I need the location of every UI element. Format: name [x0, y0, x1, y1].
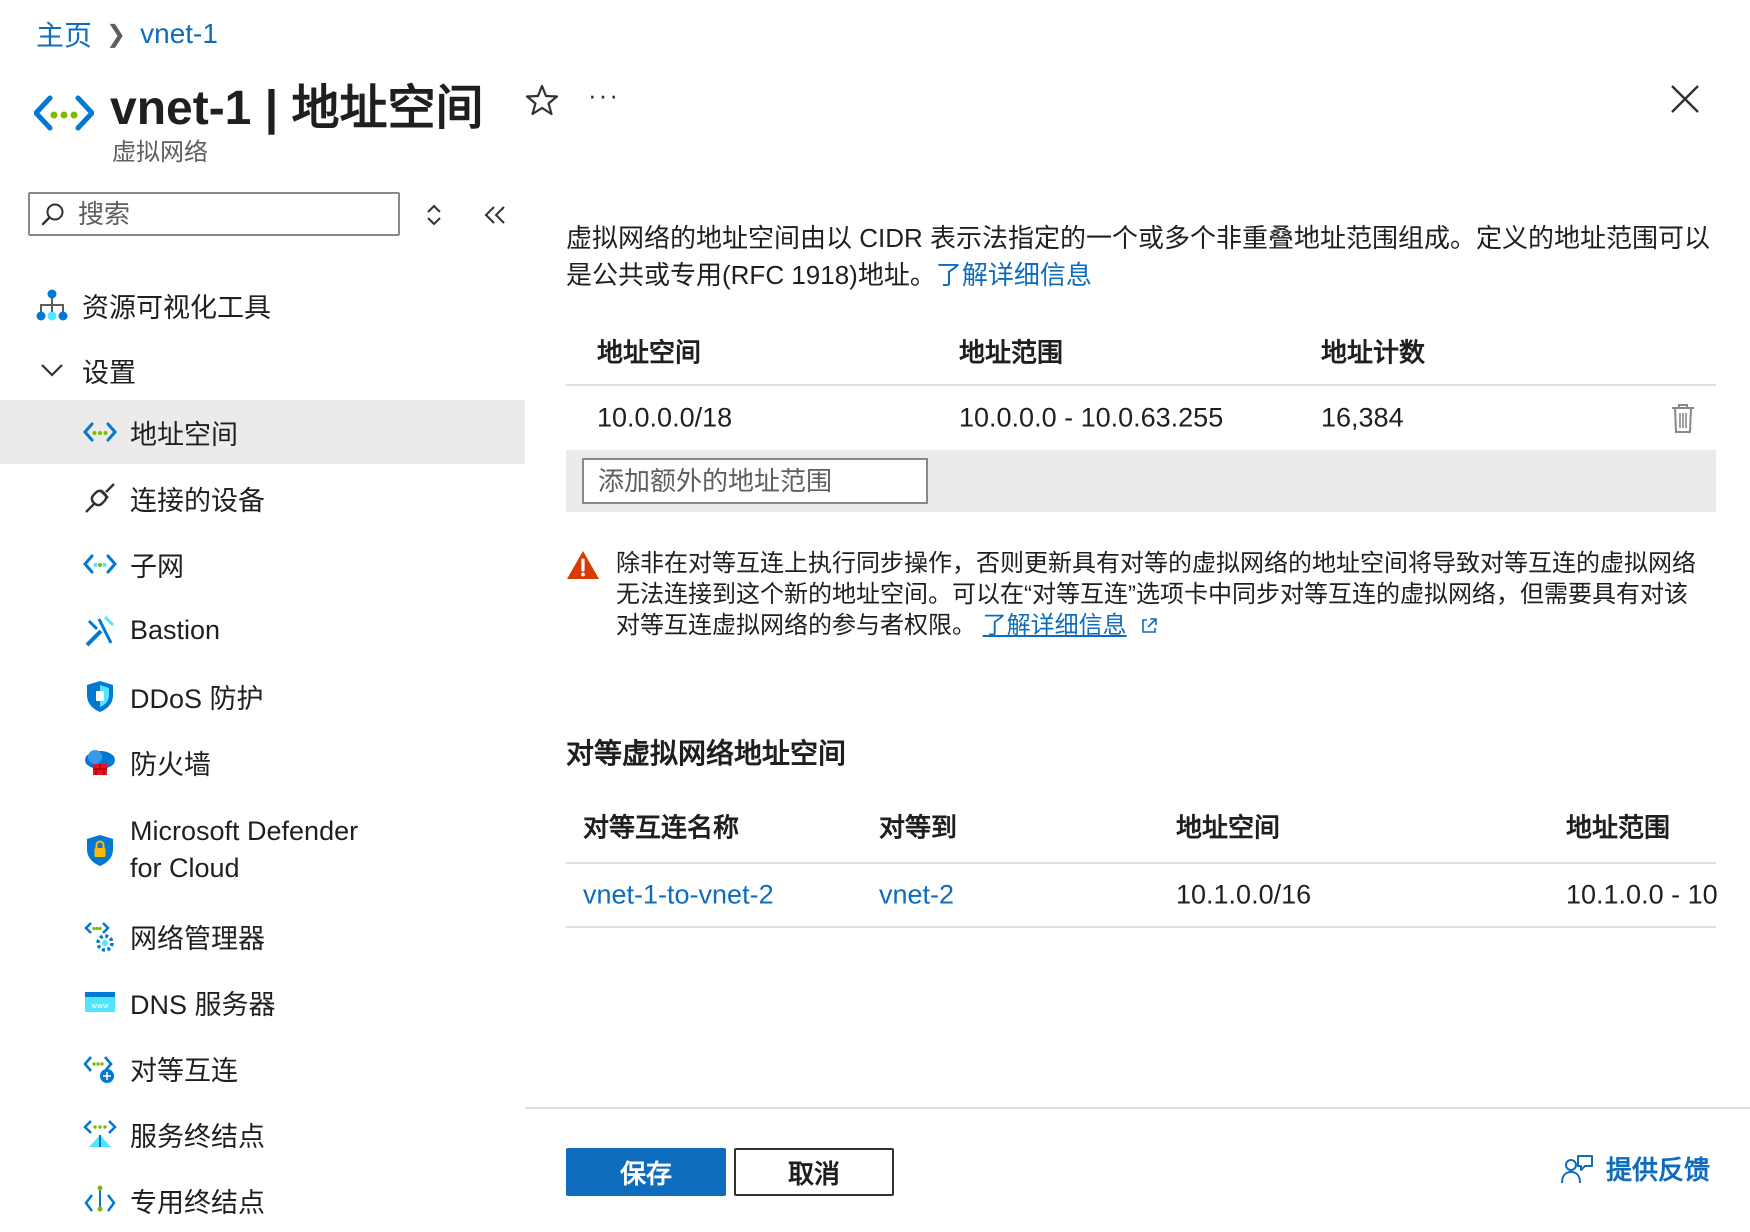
sidebar-item-service-endpoints[interactable]: 服务终结点: [0, 1102, 525, 1166]
sidebar-item-label: 服务终结点: [130, 1121, 265, 1152]
dns-icon: www: [82, 984, 118, 1020]
service-endpoint-icon: [82, 1116, 118, 1152]
network-manager-icon: [82, 918, 118, 954]
sort-updown-icon[interactable]: [424, 200, 444, 230]
warning-message: 除非在对等互连上执行同步操作，否则更新具有对等的虚拟网络的地址空间将导致对等互连…: [566, 548, 1706, 641]
address-space-icon: [82, 414, 118, 450]
sidebar-item-label: DNS 服务器: [130, 989, 276, 1020]
cell-address-range: 10.0.0.0 - 10.0.63.255: [959, 402, 1224, 433]
sidebar-item-ddos[interactable]: DDoS 防护: [0, 664, 525, 728]
cell-address-count: 16,384: [1321, 402, 1404, 433]
table-row: vnet-1-to-vnet-2 vnet-2 10.1.0.0/16 10.1…: [566, 864, 1718, 928]
warning-learn-more-link[interactable]: 了解详细信息: [983, 612, 1127, 639]
warning-text-block: 除非在对等互连上执行同步操作，否则更新具有对等的虚拟网络的地址空间将导致对等互连…: [616, 548, 1706, 641]
sidebar-item-label: 地址空间: [130, 419, 238, 450]
peered-section-title: 对等虚拟网络地址空间: [566, 738, 847, 769]
sidebar-item-peerings[interactable]: 对等互连: [0, 1036, 525, 1100]
intro-paragraph: 虚拟网络的地址空间由以 CIDR 表示法指定的一个或多个非重叠地址范围组成。定义…: [566, 220, 1716, 294]
sidebar-item-label: 网络管理器: [130, 923, 265, 954]
favorite-star-icon[interactable]: [522, 80, 562, 120]
feedback-label: 提供反馈: [1606, 1155, 1711, 1185]
private-endpoint-icon: [82, 1182, 118, 1218]
column-header-peer: 对等到: [879, 812, 958, 843]
cell-peer-address-range: 10.1.0.0 - 10: [1566, 879, 1718, 910]
sidebar-item-private-endpoints[interactable]: 专用终结点: [0, 1168, 525, 1232]
sidebar-item-label: DDoS 防护: [130, 683, 264, 714]
peered-table-header: 对等互连名称 对等到 地址空间 地址范围: [566, 790, 1716, 864]
close-icon[interactable]: [1668, 82, 1702, 116]
svg-text:www: www: [91, 1002, 108, 1010]
collapse-sidebar-icon[interactable]: [480, 200, 510, 230]
sidebar-item-label: Bastion: [130, 614, 221, 645]
external-link-icon[interactable]: [1139, 616, 1159, 636]
add-address-range-row: [566, 450, 1716, 512]
peer-vnet-link[interactable]: vnet-2: [879, 880, 954, 911]
cell-peer-address-space: 10.1.0.0/16: [1176, 879, 1312, 910]
sidebar-item-label: 对等互连: [130, 1055, 238, 1086]
bastion-icon: [82, 612, 118, 648]
sidebar-item-label-line1: Microsoft Defender: [130, 816, 359, 846]
sidebar-item-subnets[interactable]: 子网: [0, 532, 525, 596]
plug-icon: [82, 480, 118, 516]
add-address-range-input[interactable]: [582, 458, 928, 504]
sidebar-item-firewall[interactable]: 防火墙: [0, 730, 525, 794]
breadcrumb: 主页 ❯ vnet-1: [36, 14, 218, 54]
column-header-peer-address-range: 地址范围: [1566, 812, 1671, 843]
sidebar-item-label: 防火墙: [130, 749, 211, 780]
shield-icon: [82, 678, 118, 714]
sidebar-item-address-space[interactable]: 地址空间: [0, 400, 525, 464]
sidebar-item-defender[interactable]: Microsoft Defender for Cloud: [0, 808, 525, 892]
table-row: 10.0.0.0/18 10.0.0.0 - 10.0.63.255 16,38…: [566, 386, 1716, 450]
address-table-header: 地址空间 地址范围 地址计数: [566, 318, 1716, 386]
peered-address-table: 对等互连名称 对等到 地址空间 地址范围 vnet-1-to-vnet-2 vn…: [566, 790, 1718, 928]
column-header-peer-address-space: 地址空间: [1176, 812, 1281, 843]
sidebar-search-input[interactable]: [76, 197, 380, 231]
sidebar-item-label: 子网: [130, 551, 184, 582]
sidebar-item-label: 专用终结点: [130, 1187, 265, 1218]
address-space-table: 地址空间 地址范围 地址计数 10.0.0.0/18 10.0.0.0 - 10…: [566, 318, 1716, 512]
cell-address-space: 10.0.0.0/18: [597, 402, 733, 433]
chevron-right-icon: ❯: [106, 20, 127, 48]
feedback-icon: [1561, 1154, 1593, 1183]
sidebar-item-network-manager[interactable]: 网络管理器: [0, 904, 525, 968]
column-header-address-space: 地址空间: [597, 337, 702, 368]
sidebar-item-resource-visualizer[interactable]: 资源可视化工具: [0, 273, 525, 337]
sidebar-item-label: 资源可视化工具: [82, 292, 271, 323]
column-header-address-range: 地址范围: [959, 337, 1064, 368]
peering-icon: [82, 1050, 118, 1086]
column-header-peering-name: 对等互连名称: [583, 812, 740, 843]
sidebar-item-label-multiline: Microsoft Defender for Cloud: [130, 813, 358, 887]
chevron-down-icon: [34, 352, 70, 388]
sidebar-item-label-line2: for Cloud: [130, 853, 240, 883]
firewall-icon: [82, 744, 118, 780]
warning-icon: [567, 551, 599, 579]
sidebar-item-bastion[interactable]: Bastion: [0, 598, 525, 662]
sidebar-item-label: 连接的设备: [130, 485, 265, 516]
sidebar-group-settings[interactable]: 设置: [0, 338, 525, 402]
sidebar-item-connected-devices[interactable]: 连接的设备: [0, 466, 525, 530]
intro-learn-more-link[interactable]: 了解详细信息: [936, 260, 1092, 290]
footer-divider: [525, 1107, 1750, 1109]
feedback-button[interactable]: 提供反馈: [1560, 1150, 1710, 1187]
page-title: vnet-1 | 地址空间: [110, 82, 484, 135]
defender-shield-icon: [82, 832, 118, 868]
more-options-button[interactable]: ···: [588, 80, 620, 111]
page-subtitle: 虚拟网络: [112, 139, 208, 166]
intro-text: 虚拟网络的地址空间由以 CIDR 表示法指定的一个或多个非重叠地址范围组成。定义…: [566, 223, 1711, 290]
sidebar-item-label: 设置: [82, 357, 136, 388]
sidebar-item-dns-servers[interactable]: www DNS 服务器: [0, 970, 525, 1034]
cancel-button[interactable]: 取消: [734, 1148, 894, 1196]
subnet-icon: [82, 546, 118, 582]
search-icon: [41, 203, 64, 226]
save-button[interactable]: 保存: [566, 1148, 726, 1196]
breadcrumb-current-link[interactable]: vnet-1: [140, 18, 218, 50]
vnet-icon: [34, 95, 94, 131]
peering-name-link[interactable]: vnet-1-to-vnet-2: [583, 880, 774, 911]
sidebar-search-box: [28, 192, 400, 236]
resource-visualizer-icon: [34, 287, 70, 323]
column-header-address-count: 地址计数: [1321, 337, 1426, 368]
delete-trash-icon[interactable]: [1670, 402, 1696, 434]
breadcrumb-home-link[interactable]: 主页: [36, 14, 92, 54]
